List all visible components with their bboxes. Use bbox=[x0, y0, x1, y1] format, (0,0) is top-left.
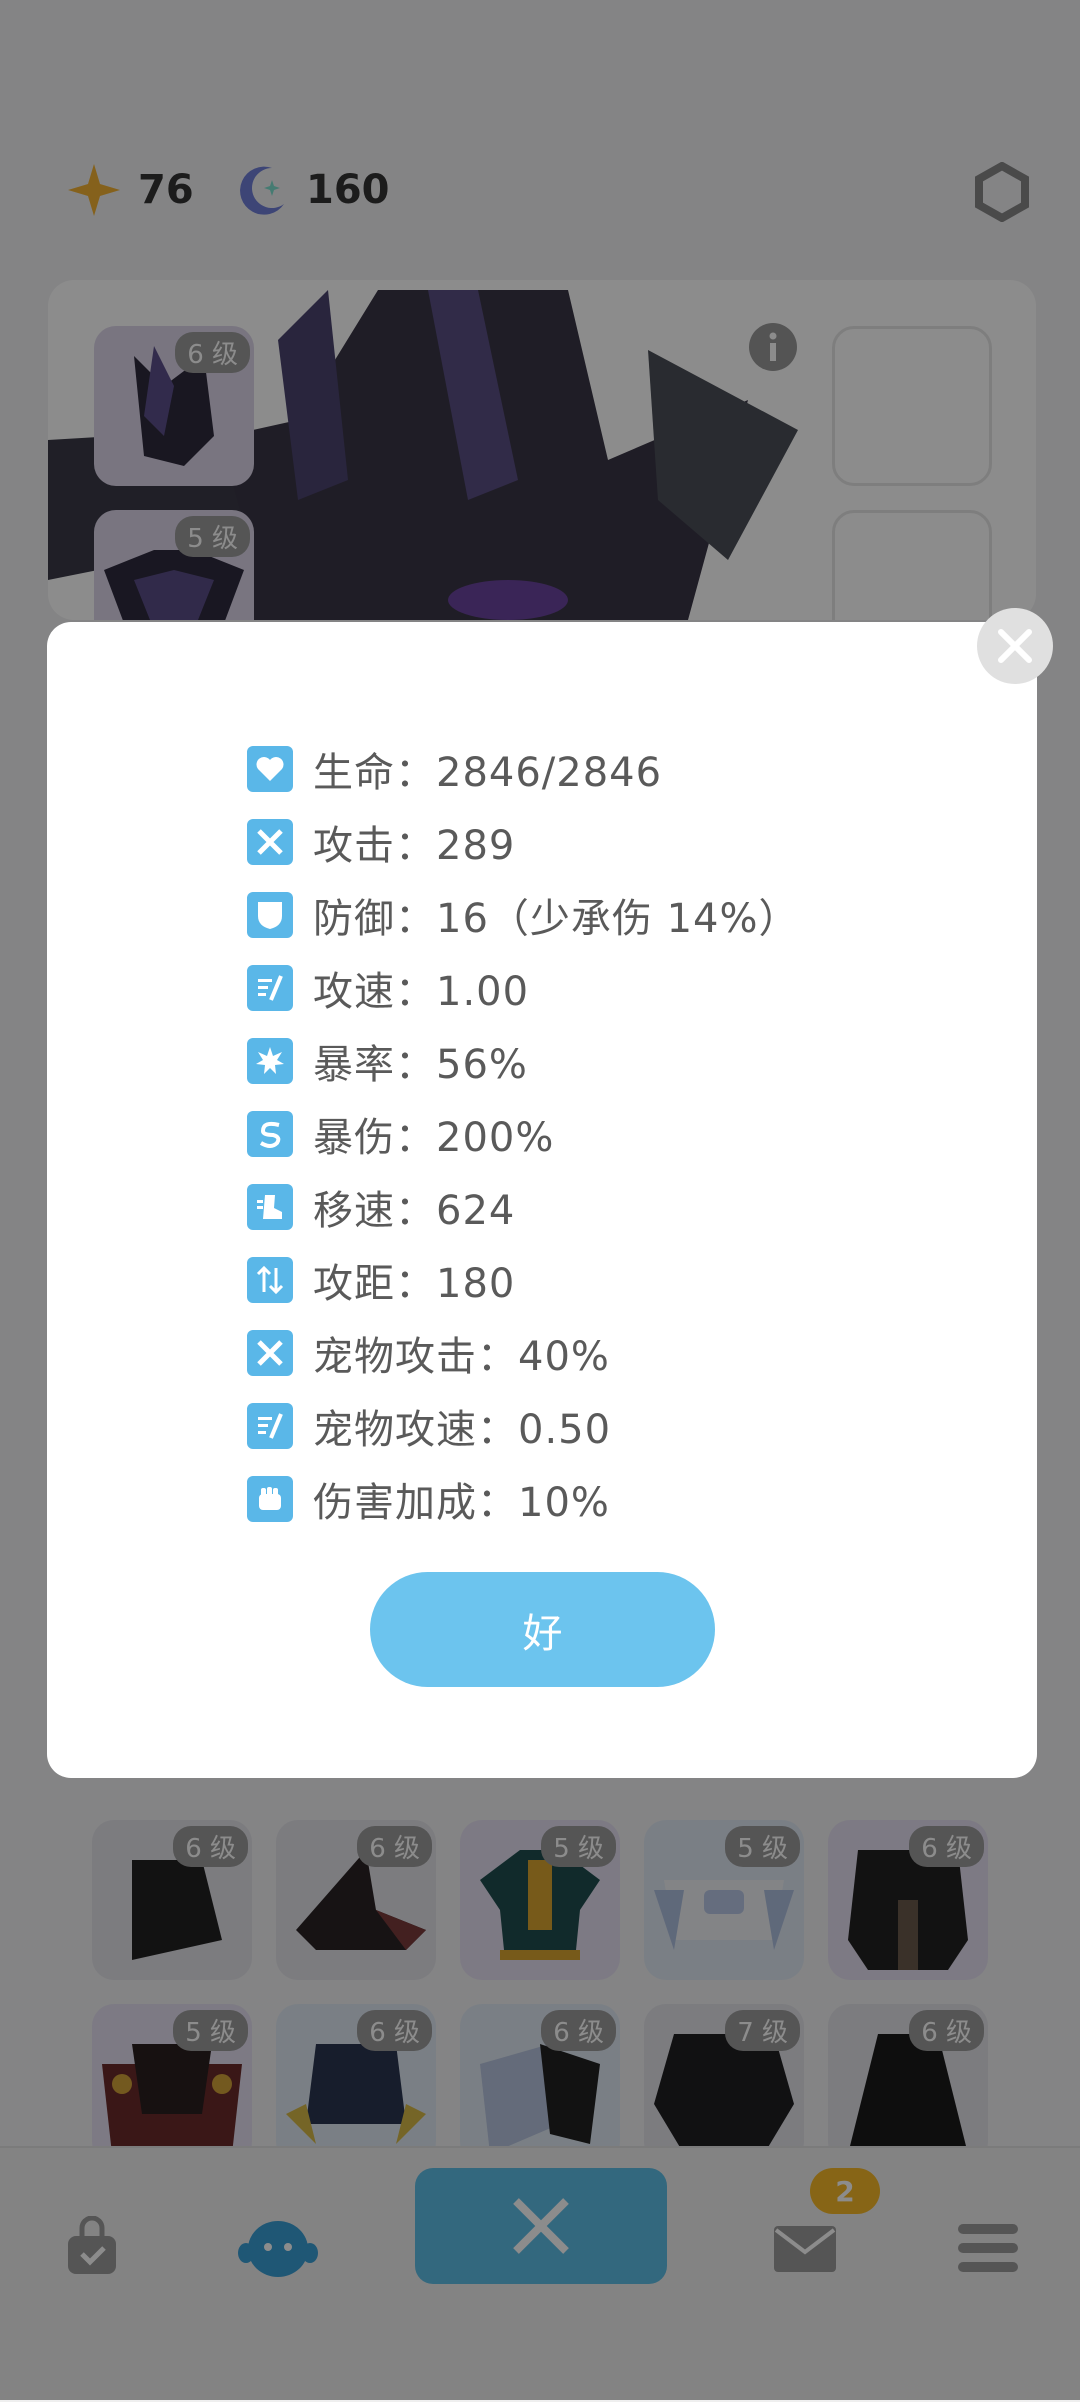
stat-attack-speed: 攻速：1.00 bbox=[247, 951, 800, 1024]
attack-speed-icon bbox=[247, 1402, 293, 1449]
stat-defense: 防御：16（少承伤 14%） bbox=[247, 878, 800, 951]
stats-list: 生命：2846/2846 攻击：289 防御：16（少承伤 14%） 攻速：1.… bbox=[247, 732, 800, 1535]
crossed-swords-icon bbox=[247, 818, 293, 865]
stats-dialog: 生命：2846/2846 攻击：289 防御：16（少承伤 14%） 攻速：1.… bbox=[47, 622, 1037, 1778]
stat-pet-attack-speed: 宠物攻速：0.50 bbox=[247, 1389, 800, 1462]
stat-move-speed: 移速：624 bbox=[247, 1170, 800, 1243]
close-button[interactable] bbox=[977, 608, 1053, 684]
range-arrows-icon bbox=[247, 1256, 293, 1303]
crossed-swords-icon bbox=[247, 1329, 293, 1376]
stat-hp: 生命：2846/2846 bbox=[247, 732, 800, 805]
stat-attack: 攻击：289 bbox=[247, 805, 800, 878]
heart-icon bbox=[247, 745, 293, 792]
crit-burst-icon bbox=[247, 1037, 293, 1084]
stat-attack-range: 攻距：180 bbox=[247, 1243, 800, 1316]
stat-crit-damage: 暴伤：200% bbox=[247, 1097, 800, 1170]
stat-damage-bonus: 伤害加成：10% bbox=[247, 1462, 800, 1535]
boot-icon bbox=[247, 1183, 293, 1230]
close-icon bbox=[998, 629, 1032, 663]
stat-crit-rate: 暴率：56% bbox=[247, 1024, 800, 1097]
crit-damage-icon bbox=[247, 1110, 293, 1157]
shield-icon bbox=[247, 891, 293, 938]
fist-icon bbox=[247, 1475, 293, 1522]
ok-button[interactable]: 好 bbox=[370, 1572, 715, 1687]
stat-pet-attack: 宠物攻击：40% bbox=[247, 1316, 800, 1389]
attack-speed-icon bbox=[247, 964, 293, 1011]
